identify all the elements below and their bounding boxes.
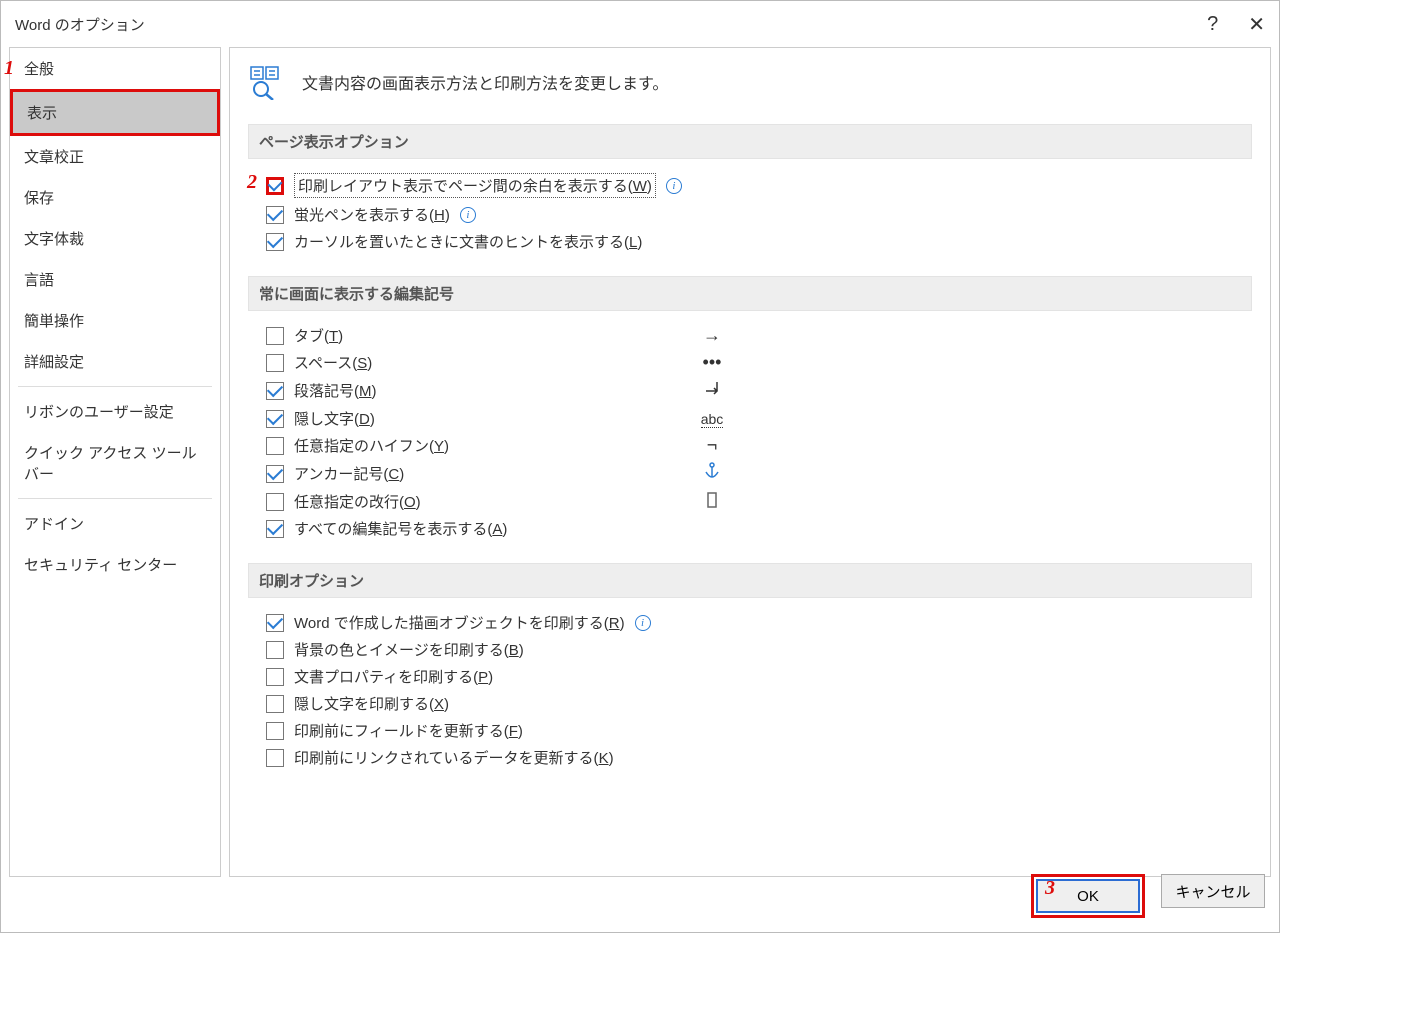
option-paragraph-marks[interactable]: 段落記号(M): [266, 379, 1252, 402]
option-doc-tooltips[interactable]: カーソルを置いたときに文書のヒントを表示する(L): [266, 231, 1252, 252]
checkbox-print-drawings[interactable]: [266, 614, 284, 632]
option-label: アンカー記号(C): [294, 463, 404, 484]
dialog-body: 全般 表示 文章校正 保存 文字体裁 言語 簡単操作 詳細設定 リボンのユーザー…: [1, 47, 1279, 877]
hyphen-glyph-icon: ¬: [692, 435, 732, 456]
checkbox-tab-marks[interactable]: [266, 327, 284, 345]
checkbox-whitespace-between-pages[interactable]: [266, 177, 284, 195]
option-label: Word で作成した描画オブジェクトを印刷する(R): [294, 612, 625, 633]
checkbox-show-all-marks[interactable]: [266, 520, 284, 538]
option-label: 蛍光ペンを表示する(H): [294, 204, 450, 225]
paragraph-glyph-icon: [692, 379, 732, 402]
annotation-3: 3: [1045, 877, 1055, 900]
info-icon[interactable]: i: [460, 207, 476, 223]
option-print-drawings[interactable]: Word で作成した描画オブジェクトを印刷する(R) i: [266, 612, 1252, 633]
checkbox-paragraph-marks[interactable]: [266, 382, 284, 400]
options-dialog: Word のオプション ? ✕ 全般 表示 文章校正 保存 文字体裁 言語 簡単…: [0, 0, 1280, 933]
options-main: 文書内容の画面表示方法と印刷方法を変更します。 ページ表示オプション 印刷レイア…: [229, 47, 1271, 877]
option-label: 隠し文字を印刷する(X): [294, 693, 449, 714]
info-icon[interactable]: i: [635, 615, 651, 631]
annotation-2: 2: [247, 171, 257, 194]
display-options-icon: [248, 64, 284, 100]
sidebar-separator: [18, 386, 212, 387]
checkbox-update-fields[interactable]: [266, 722, 284, 740]
sidebar-item-proofing[interactable]: 文章校正: [10, 136, 220, 177]
checkbox-space-marks[interactable]: [266, 354, 284, 372]
sidebar-item-quickaccess[interactable]: クイック アクセス ツール バー: [10, 432, 220, 494]
sidebar-separator: [18, 498, 212, 499]
section-print-header: 印刷オプション: [248, 563, 1252, 598]
checkbox-print-hidden-text[interactable]: [266, 695, 284, 713]
checkbox-doc-tooltips[interactable]: [266, 233, 284, 251]
option-highlighter[interactable]: 蛍光ペンを表示する(H) i: [266, 204, 1252, 225]
option-tab-marks[interactable]: タブ(T) →: [266, 325, 1252, 346]
abc-glyph-icon: abc: [692, 408, 732, 429]
section-page-display-header: ページ表示オプション: [248, 124, 1252, 159]
anchor-glyph-icon: [692, 462, 732, 485]
dots-glyph-icon: •••: [692, 352, 732, 373]
section-formatting-marks-header: 常に画面に表示する編集記号: [248, 276, 1252, 311]
sidebar-item-language[interactable]: 言語: [10, 259, 220, 300]
option-label: スペース(S): [294, 352, 372, 373]
option-label: 隠し文字(D): [294, 408, 375, 429]
checkbox-print-properties[interactable]: [266, 668, 284, 686]
checkbox-optional-break[interactable]: [266, 493, 284, 511]
option-update-fields[interactable]: 印刷前にフィールドを更新する(F): [266, 720, 1252, 741]
checkbox-highlighter[interactable]: [266, 206, 284, 224]
sidebar-item-typography[interactable]: 文字体裁: [10, 218, 220, 259]
sidebar-item-save[interactable]: 保存: [10, 177, 220, 218]
option-update-linked-data[interactable]: 印刷前にリンクされているデータを更新する(K): [266, 747, 1252, 768]
dialog-title: Word のオプション: [15, 14, 1207, 35]
cancel-button[interactable]: キャンセル: [1161, 874, 1265, 908]
option-label: 任意指定のハイフン(Y): [294, 435, 449, 456]
checkbox-print-background[interactable]: [266, 641, 284, 659]
tab-glyph-icon: →: [692, 325, 732, 346]
checkbox-hidden-text[interactable]: [266, 410, 284, 428]
option-label: カーソルを置いたときに文書のヒントを表示する(L): [294, 231, 642, 252]
sidebar-item-accessibility[interactable]: 簡単操作: [10, 300, 220, 341]
option-optional-break[interactable]: 任意指定の改行(O): [266, 491, 1252, 512]
option-show-all-marks[interactable]: すべての編集記号を表示する(A): [266, 518, 1252, 539]
option-optional-hyphen[interactable]: 任意指定のハイフン(Y) ¬: [266, 435, 1252, 456]
option-label: 文書プロパティを印刷する(P): [294, 666, 493, 687]
break-glyph-icon: [692, 491, 732, 512]
sidebar: 全般 表示 文章校正 保存 文字体裁 言語 簡単操作 詳細設定 リボンのユーザー…: [9, 47, 221, 877]
option-label: 印刷前にフィールドを更新する(F): [294, 720, 523, 741]
option-print-hidden-text[interactable]: 隠し文字を印刷する(X): [266, 693, 1252, 714]
info-icon[interactable]: i: [666, 178, 682, 194]
close-icon[interactable]: ✕: [1248, 12, 1265, 37]
option-label: 背景の色とイメージを印刷する(B): [294, 639, 524, 660]
option-label: タブ(T): [294, 325, 343, 346]
option-hidden-text[interactable]: 隠し文字(D) abc: [266, 408, 1252, 429]
option-label: 段落記号(M): [294, 380, 377, 401]
title-controls: ? ✕: [1207, 12, 1265, 37]
checkbox-anchor-marks[interactable]: [266, 465, 284, 483]
option-space-marks[interactable]: スペース(S) •••: [266, 352, 1252, 373]
sidebar-item-advanced[interactable]: 詳細設定: [10, 341, 220, 382]
option-label: 任意指定の改行(O): [294, 491, 421, 512]
footer-buttons: OK キャンセル: [1031, 874, 1265, 918]
annotation-1: 1: [4, 57, 14, 80]
option-label: すべての編集記号を表示する(A): [294, 518, 507, 539]
sidebar-item-security[interactable]: セキュリティ センター: [10, 544, 220, 585]
sidebar-item-display[interactable]: 表示: [10, 89, 220, 136]
sidebar-item-ribbon[interactable]: リボンのユーザー設定: [10, 391, 220, 432]
option-label: 印刷レイアウト表示でページ間の余白を表示する(W): [294, 173, 656, 198]
sidebar-item-addins[interactable]: アドイン: [10, 503, 220, 544]
titlebar: Word のオプション ? ✕: [1, 1, 1279, 47]
option-label: 印刷前にリンクされているデータを更新する(K): [294, 747, 614, 768]
option-anchor-marks[interactable]: アンカー記号(C): [266, 462, 1252, 485]
checkbox-update-linked-data[interactable]: [266, 749, 284, 767]
sidebar-item-general[interactable]: 全般: [10, 48, 220, 89]
help-icon[interactable]: ?: [1207, 13, 1218, 36]
header-row: 文書内容の画面表示方法と印刷方法を変更します。: [248, 64, 1252, 100]
header-text: 文書内容の画面表示方法と印刷方法を変更します。: [302, 70, 668, 94]
option-print-properties[interactable]: 文書プロパティを印刷する(P): [266, 666, 1252, 687]
option-whitespace-between-pages[interactable]: 印刷レイアウト表示でページ間の余白を表示する(W) i: [266, 173, 1252, 198]
checkbox-optional-hyphen[interactable]: [266, 437, 284, 455]
option-print-background[interactable]: 背景の色とイメージを印刷する(B): [266, 639, 1252, 660]
